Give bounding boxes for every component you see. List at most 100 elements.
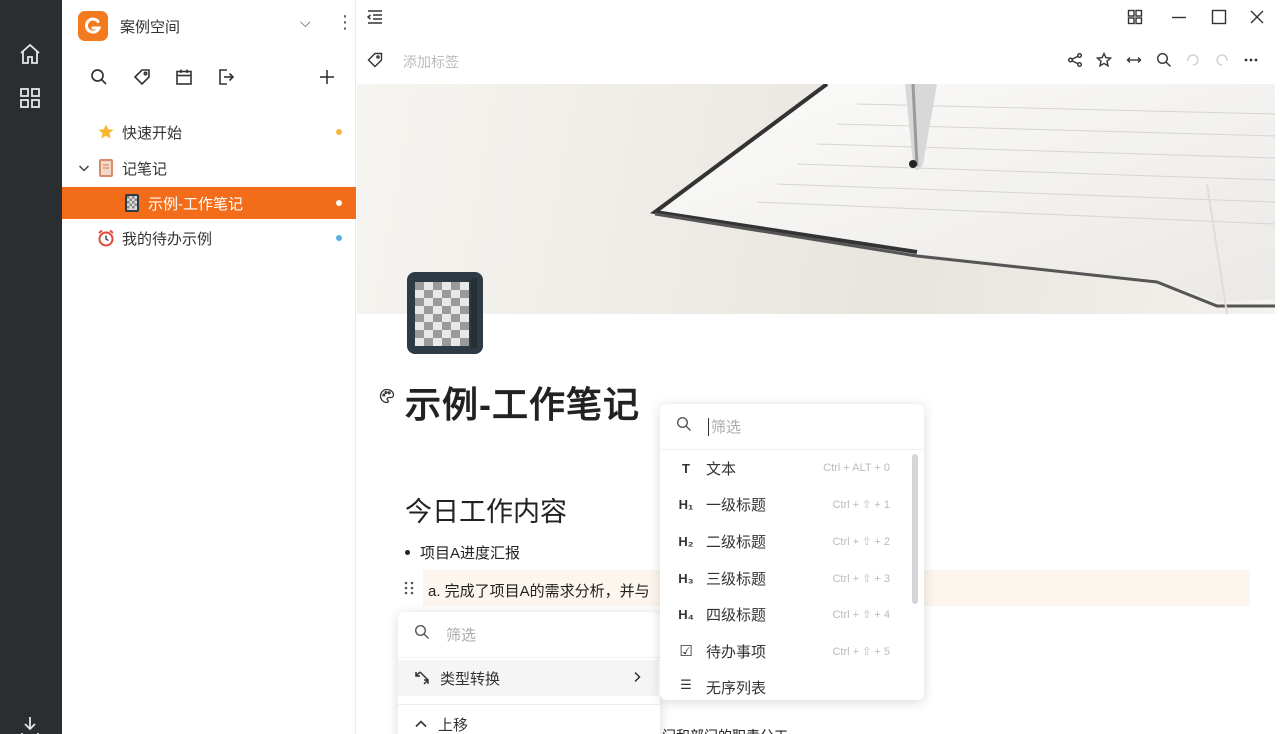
document-icon[interactable] <box>407 272 483 354</box>
type-filter[interactable]: 筛选 <box>660 404 924 450</box>
menu-item-label: 一级标题 <box>706 496 767 514</box>
chevron-right-icon <box>632 670 642 687</box>
heading3-icon: H₃ <box>678 570 694 586</box>
tree-item-quick-start[interactable]: 快速开始 <box>62 116 356 148</box>
menu-item-label: 待办事项 <box>706 643 767 661</box>
tree-item-label: 快速开始 <box>122 124 183 142</box>
menu-scrollbar[interactable] <box>912 454 918 604</box>
minimize-icon[interactable] <box>1169 7 1189 27</box>
shortcut-label: Ctrl + ⇧ + 3 <box>832 572 890 585</box>
menu-item-text[interactable]: T 文本 Ctrl + ALT + 0 <box>660 450 912 486</box>
menu-item-h2[interactable]: H₂ 二级标题 Ctrl + ⇧ + 2 <box>660 523 912 559</box>
workspace-logo-icon <box>78 11 108 41</box>
heading2-icon: H₂ <box>678 533 694 549</box>
heading4-icon: H₄ <box>678 606 694 622</box>
heading1-icon: H₁ <box>678 496 694 512</box>
chevron-down-icon[interactable] <box>76 162 92 174</box>
import-icon[interactable] <box>215 66 237 88</box>
convert-type-item[interactable]: 类型转换 <box>398 660 658 696</box>
search-icon <box>414 624 430 645</box>
menu-item-bullet-list[interactable]: ☰ 无序列表 <box>660 670 912 698</box>
grid-apps-icon[interactable] <box>16 84 44 112</box>
star-outline-icon[interactable] <box>1094 50 1114 70</box>
undo-icon[interactable] <box>1183 50 1203 70</box>
shortcut-label: Ctrl + ⇧ + 4 <box>832 608 890 621</box>
text-type-icon: T <box>682 460 690 476</box>
chevron-down-icon[interactable]: ⌵ <box>300 14 311 31</box>
shortcut-label: Ctrl + ⇧ + 2 <box>832 535 890 548</box>
palette-icon[interactable] <box>379 388 395 404</box>
cover-image[interactable] <box>357 84 1275 314</box>
tag-icon[interactable] <box>365 50 385 70</box>
layout-icon[interactable] <box>1125 7 1145 27</box>
sidebar: 案例空间 ⌵ ⋮ 快速开始 记笔记 示例-工作笔记 我的待办示例 <box>62 0 356 734</box>
menu-item-label: 四级标题 <box>706 606 767 624</box>
menu-item-label: 二级标题 <box>706 533 767 551</box>
window-titlebar <box>357 0 1280 34</box>
bullet-list-icon: ☰ <box>680 677 692 692</box>
menu-item-label: 无序列表 <box>706 680 767 697</box>
tree-item-label: 我的待办示例 <box>122 230 213 248</box>
more-horizontal-icon[interactable] <box>1241 50 1261 70</box>
close-icon[interactable] <box>1247 7 1267 27</box>
text-cursor <box>708 417 709 436</box>
notebook-icon <box>96 158 116 178</box>
checkbox-icon: ☑ <box>679 643 693 660</box>
chevron-up-icon <box>414 718 428 730</box>
menu-item-h1[interactable]: H₁ 一级标题 Ctrl + ⇧ + 1 <box>660 486 912 522</box>
tree-item-label: 示例-工作笔记 <box>148 195 243 213</box>
alarm-clock-icon <box>96 228 116 248</box>
heading-block[interactable]: 今日工作内容 <box>405 490 567 529</box>
block-type-menu: 筛选 T 文本 Ctrl + ALT + 0 H₁ 一级标题 Ctrl + ⇧ … <box>660 404 924 700</box>
notebook-dark-icon <box>122 193 142 213</box>
search-icon <box>676 416 692 437</box>
menu-item-todo[interactable]: ☑ 待办事项 Ctrl + ⇧ + 5 <box>660 633 912 669</box>
status-dot <box>336 129 342 135</box>
move-up-item[interactable]: 上移 <box>398 706 658 734</box>
more-vertical-icon[interactable]: ⋮ <box>336 12 354 33</box>
context-filter[interactable]: 筛选 <box>398 612 660 658</box>
block-context-menu: 筛选 类型转换 上移 <box>398 612 660 734</box>
shortcut-label: Ctrl + ⇧ + 5 <box>832 645 890 658</box>
convert-type-label: 类型转换 <box>440 670 501 688</box>
calendar-icon[interactable] <box>173 66 195 88</box>
menu-divider <box>398 704 660 705</box>
bullet-dot <box>405 550 410 555</box>
status-dot <box>336 235 342 241</box>
tree-item-notes[interactable]: 记笔记 <box>62 152 356 184</box>
move-up-label: 上移 <box>438 716 469 734</box>
shortcut-label: Ctrl + ALT + 0 <box>823 462 890 474</box>
tag-bar: 添加标签 <box>357 40 1280 80</box>
menu-item-label: 三级标题 <box>706 570 767 588</box>
workspace-header[interactable]: 案例空间 ⌵ ⋮ <box>78 8 354 44</box>
share-icon[interactable] <box>1065 50 1085 70</box>
menu-item-h4[interactable]: H₄ 四级标题 Ctrl + ⇧ + 4 <box>660 596 912 632</box>
list-item-text: 项目A进度汇报 <box>420 545 521 562</box>
add-icon[interactable] <box>316 66 338 88</box>
sidebar-toolbar <box>88 66 344 90</box>
redo-icon[interactable] <box>1212 50 1232 70</box>
home-icon[interactable] <box>16 40 44 68</box>
workspace-name: 案例空间 <box>120 18 181 36</box>
download-icon[interactable] <box>16 712 44 734</box>
menu-item-h3[interactable]: H₃ 三级标题 Ctrl + ⇧ + 3 <box>660 560 912 596</box>
tree-item-todo[interactable]: 我的待办示例 <box>62 222 356 254</box>
list-item[interactable]: 项目A进度汇报 <box>405 542 520 563</box>
tree-item-label: 记笔记 <box>122 160 168 178</box>
convert-icon <box>414 670 430 686</box>
drag-handle-icon[interactable] <box>403 580 415 596</box>
add-tag-input[interactable]: 添加标签 <box>403 52 459 72</box>
search-icon[interactable] <box>1154 50 1174 70</box>
paragraph-text[interactable]: 门和部门的职责分工 <box>662 726 788 734</box>
width-toggle-icon[interactable] <box>1124 50 1144 70</box>
tree-item-work-notes[interactable]: 示例-工作笔记 <box>62 187 356 219</box>
star-icon <box>96 122 116 142</box>
document-title[interactable]: 示例-工作笔记 <box>405 376 640 428</box>
type-filter-input[interactable]: 筛选 <box>711 416 741 437</box>
context-filter-input[interactable]: 筛选 <box>446 624 476 645</box>
search-icon[interactable] <box>88 66 110 88</box>
maximize-icon[interactable] <box>1209 7 1229 27</box>
shortcut-label: Ctrl + ⇧ + 1 <box>832 498 890 511</box>
outline-toggle-icon[interactable] <box>365 7 385 27</box>
tag-icon[interactable] <box>131 66 153 88</box>
